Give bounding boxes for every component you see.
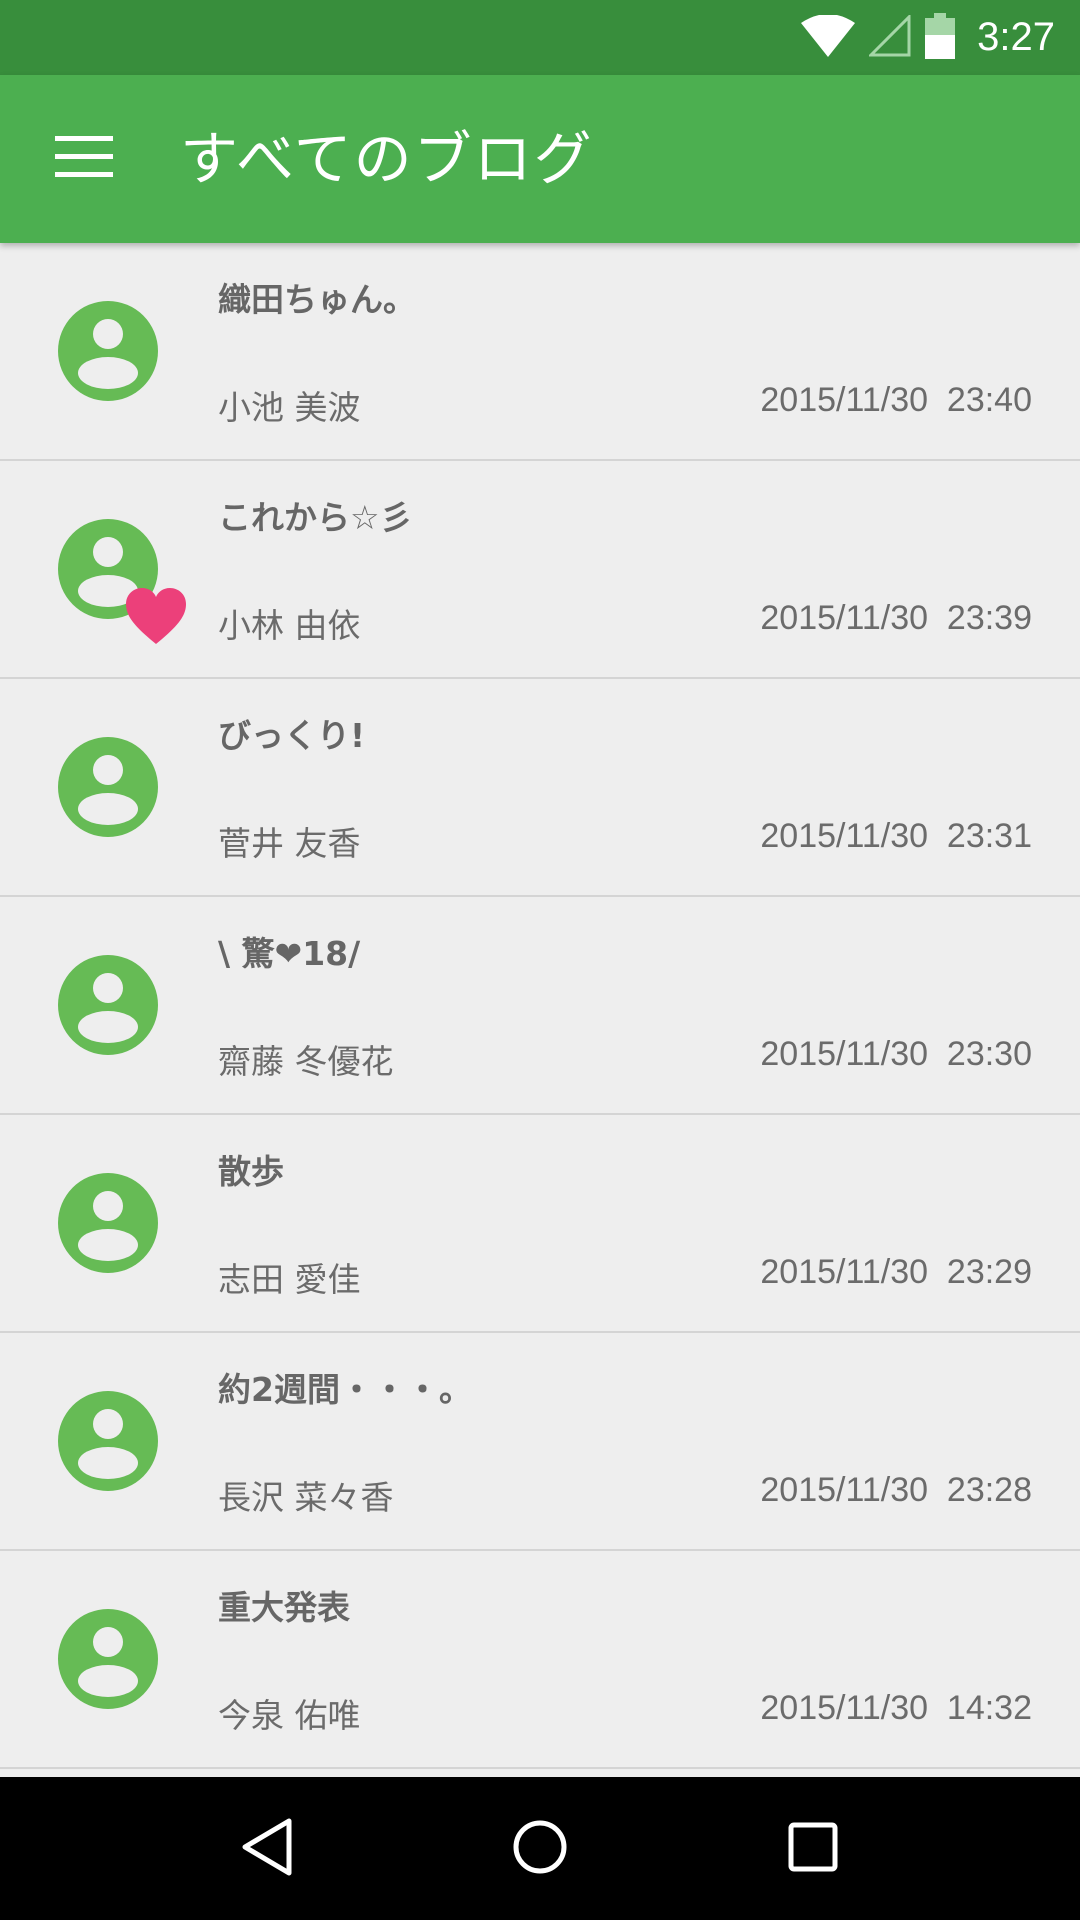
navigation-bar <box>0 1777 1080 1920</box>
app-bar: すべてのブログ <box>0 75 1080 243</box>
list-item[interactable]: 散歩 志田 愛佳 2015/11/30 23:29 <box>0 1115 1080 1333</box>
post-author: 齋藤 冬優花 <box>218 1042 394 1081</box>
post-date: 2015/11/30 23:28 <box>760 1471 1032 1509</box>
post-date: 2015/11/30 14:32 <box>760 1689 1032 1727</box>
post-title: 重大発表 <box>218 1588 350 1627</box>
clock: 3:27 <box>977 15 1055 59</box>
avatar-icon <box>58 301 158 401</box>
post-author: 小林 由依 <box>218 606 361 645</box>
recents-button[interactable] <box>753 1789 873 1909</box>
blog-list: 織田ちゅん。 小池 美波 2015/11/30 23:40 これから☆彡 小林 … <box>0 243 1080 1777</box>
battery-icon <box>925 12 956 63</box>
list-item[interactable]: びっくり! 菅井 友香 2015/11/30 23:31 <box>0 679 1080 897</box>
post-date: 2015/11/30 23:40 <box>760 381 1032 419</box>
avatar-icon <box>58 1609 158 1709</box>
post-title: これから☆彡 <box>218 498 413 537</box>
post-title: 織田ちゅん。 <box>218 280 416 319</box>
post-date: 2015/11/30 23:39 <box>760 599 1032 637</box>
recents-icon <box>788 1822 838 1876</box>
post-title: びっくり! <box>218 716 366 755</box>
back-icon <box>239 1817 295 1881</box>
avatar-icon <box>58 1173 158 1273</box>
favorite-heart-icon <box>124 586 188 650</box>
wifi-icon <box>801 13 856 61</box>
list-item[interactable]: 重大発表 今泉 佑唯 2015/11/30 14:32 <box>0 1551 1080 1769</box>
avatar-icon <box>58 955 158 1055</box>
post-date: 2015/11/30 23:29 <box>760 1253 1032 1291</box>
back-button[interactable] <box>207 1789 327 1909</box>
post-date: 2015/11/30 23:31 <box>760 817 1032 855</box>
post-author: 小池 美波 <box>218 388 361 427</box>
page-title: すべてのブログ <box>180 125 594 193</box>
post-title: \ 驚❤18/ <box>218 934 361 973</box>
list-item[interactable]: \ 驚❤18/ 齋藤 冬優花 2015/11/30 23:30 <box>0 897 1080 1115</box>
post-author: 志田 愛佳 <box>218 1260 361 1299</box>
post-author: 菅井 友香 <box>218 824 361 863</box>
avatar-icon <box>58 737 158 837</box>
cell-signal-icon <box>867 12 911 61</box>
list-item[interactable]: 織田ちゅん。 小池 美波 2015/11/30 23:40 <box>0 243 1080 461</box>
post-title: 約2週間・・・。 <box>218 1370 472 1409</box>
hamburger-menu-icon <box>55 136 113 182</box>
post-author: 今泉 佑唯 <box>218 1696 361 1735</box>
home-icon <box>512 1819 568 1879</box>
status-bar: 3:27 <box>0 0 1080 75</box>
post-date: 2015/11/30 23:30 <box>760 1035 1032 1073</box>
list-item[interactable]: これから☆彡 小林 由依 2015/11/30 23:39 <box>0 461 1080 679</box>
post-title: 散歩 <box>218 1152 284 1191</box>
menu-button[interactable] <box>40 119 128 199</box>
post-author: 長沢 菜々香 <box>218 1478 394 1517</box>
list-item[interactable]: 約2週間・・・。 長沢 菜々香 2015/11/30 23:28 <box>0 1333 1080 1551</box>
home-button[interactable] <box>480 1789 600 1909</box>
avatar-icon <box>58 1391 158 1491</box>
